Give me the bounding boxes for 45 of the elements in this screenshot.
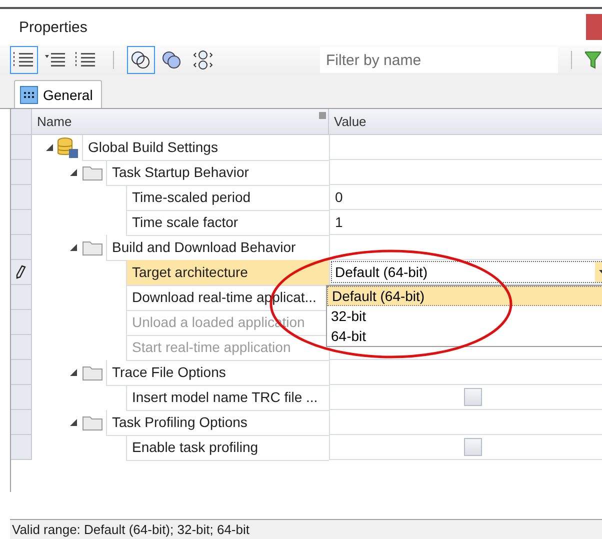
row-header[interactable] <box>11 260 32 285</box>
property-name[interactable]: Enable task profiling <box>126 434 329 460</box>
expander-icon[interactable] <box>44 144 54 151</box>
expander-icon[interactable] <box>68 369 78 376</box>
column-header[interactable]: Name <box>32 109 329 134</box>
panel-title: Properties <box>19 18 88 36</box>
close-button[interactable] <box>586 14 602 40</box>
property-name[interactable]: Target architecture <box>126 260 329 286</box>
status-text: Valid range: Default (64-bit); 32-bit; 64-bit <box>10 519 602 539</box>
property-name[interactable]: Time-scaled period <box>126 184 329 210</box>
list-icon <box>75 51 97 69</box>
database-icon <box>57 136 79 158</box>
expander-icon[interactable] <box>68 244 78 251</box>
category-name[interactable]: Task Startup Behavior <box>106 160 329 186</box>
grid-icon <box>20 86 38 104</box>
dropdown-option[interactable]: 64-bit <box>327 326 602 346</box>
category-name[interactable]: Trace File Options <box>106 360 329 386</box>
circles-icon <box>161 49 183 71</box>
dropdown-option[interactable]: Default (64-bit) <box>327 286 602 306</box>
folder-icon <box>82 240 102 256</box>
property-name[interactable]: Time scale factor <box>126 210 329 236</box>
tab[interactable]: General <box>14 80 102 108</box>
dropdown-option[interactable]: 32-bit <box>327 306 602 326</box>
property-name[interactable]: Insert model name TRC file ... <box>126 384 329 410</box>
folder-icon <box>82 364 102 380</box>
folder-icon <box>82 414 102 430</box>
circles-icon <box>130 49 152 71</box>
list-icon <box>44 51 66 69</box>
folder-icon <box>82 164 102 180</box>
expander-icon[interactable] <box>68 419 78 426</box>
toolbar-button[interactable] <box>127 46 155 74</box>
architecture-dropdown[interactable]: Default (64-bit) <box>331 261 602 283</box>
checkbox[interactable] <box>464 438 482 456</box>
category-name[interactable]: Task Profiling Options <box>106 410 329 436</box>
toolbar-button[interactable] <box>10 46 38 74</box>
category-name[interactable]: Global Build Settings <box>82 134 329 160</box>
filter-field[interactable]: Filter by name <box>320 47 558 73</box>
circles-icon <box>192 49 214 71</box>
property-value: 0 <box>335 189 343 205</box>
list-icon <box>13 51 35 69</box>
filter-icon[interactable] <box>585 50 601 70</box>
column-header[interactable]: Value <box>329 109 366 134</box>
checkbox[interactable] <box>464 388 482 406</box>
property-value: 1 <box>335 214 343 230</box>
expander-icon[interactable] <box>68 169 78 176</box>
